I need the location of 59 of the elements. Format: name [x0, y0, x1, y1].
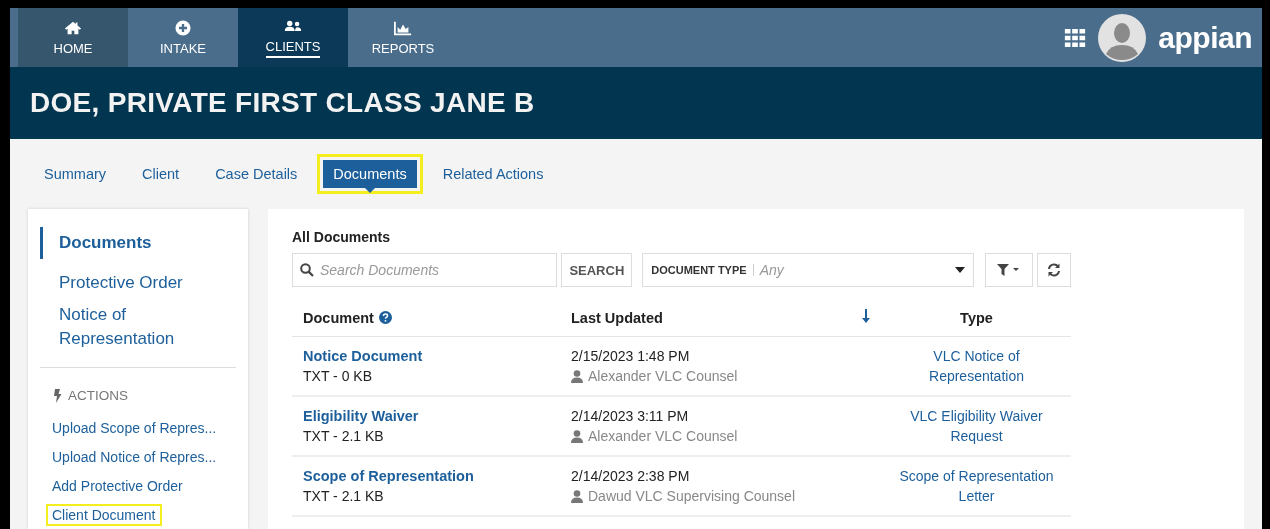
document-type-dropdown[interactable]: DOCUMENT TYPE Any: [642, 253, 974, 287]
search-icon: [300, 263, 314, 277]
action-link[interactable]: Add Protective Order: [46, 474, 189, 497]
page-title: DOE, PRIVATE FIRST CLASS JANE B: [30, 87, 535, 119]
user-name: Alexander VLC Counsel: [588, 367, 738, 386]
avatar-icon[interactable]: [1098, 13, 1147, 62]
area-chart-icon: [394, 19, 412, 36]
help-icon[interactable]: [378, 311, 392, 324]
refresh-button[interactable]: [1037, 253, 1071, 287]
logo-text: appian: [1158, 20, 1252, 55]
refresh-icon: [1047, 263, 1061, 277]
tab[interactable]: Summary: [34, 160, 117, 188]
action-link[interactable]: Upload Notice of Repres...: [46, 445, 223, 468]
user-name: Alexander VLC Counsel: [588, 427, 738, 446]
tab[interactable]: Documents: [323, 160, 417, 188]
column-header[interactable]: Type: [882, 299, 1071, 337]
bolt-icon: [54, 388, 62, 403]
sidebar-item[interactable]: Protective Order: [40, 267, 236, 299]
section-title: All Documents: [292, 229, 391, 245]
funnel-icon: [997, 264, 1021, 276]
sidebar-item[interactable]: Notice of Representation: [40, 299, 236, 355]
nav-tab[interactable]: CLIENTS: [238, 8, 348, 67]
user-name: Dawud VLC Supervising Counsel: [588, 487, 795, 506]
app-grid-icon[interactable]: [1064, 28, 1087, 47]
sidebar-item[interactable]: Documents: [40, 227, 236, 259]
document-link[interactable]: Eligibility Waiver: [303, 408, 419, 424]
actions-heading: ACTIONS: [68, 388, 128, 403]
document-type-link[interactable]: VLC Eligibility Waiver Request: [896, 406, 1057, 446]
updated-date: 2/15/2023 1:48 PM: [571, 347, 691, 366]
home-icon: [64, 19, 82, 36]
updated-date: 2/14/2023 2:38 PM: [571, 467, 691, 486]
plus-icon: [174, 19, 192, 36]
updated-date: 2/14/2023 3:11 PM: [571, 407, 690, 426]
user-icon: [571, 489, 583, 503]
column-header[interactable]: Last Updated: [560, 299, 862, 337]
user-icon: [571, 369, 583, 383]
document-type-link[interactable]: VLC Notice of Representation: [896, 346, 1057, 386]
column-header: Document: [303, 309, 374, 326]
tab-pointer-icon: [365, 188, 375, 193]
user-icon: [571, 429, 583, 443]
filter-button[interactable]: [985, 253, 1033, 287]
nav-tab[interactable]: REPORTS: [348, 8, 458, 67]
document-link[interactable]: Scope of Representation: [303, 468, 474, 484]
caret-icon: [955, 267, 965, 273]
tab[interactable]: Client: [132, 160, 190, 188]
document-link[interactable]: Notice Document: [303, 348, 423, 364]
nav-tab[interactable]: HOME: [18, 8, 128, 67]
file-size: TXT - 2.1 KB: [303, 487, 385, 506]
search-field[interactable]: Search Documents: [292, 253, 558, 287]
action-link[interactable]: Upload Scope of Repres...: [46, 416, 223, 439]
document-type-link[interactable]: Scope of Representation Letter: [896, 466, 1057, 506]
tab[interactable]: Related Actions: [432, 160, 554, 188]
search-button[interactable]: SEARCH: [561, 253, 633, 287]
file-size: TXT - 2.1 KB: [303, 427, 385, 446]
tab[interactable]: Case Details: [205, 160, 308, 188]
sort-down-icon[interactable]: [862, 309, 870, 323]
file-size: TXT - 0 KB: [303, 367, 373, 386]
nav-tab[interactable]: INTAKE: [128, 8, 238, 67]
action-link[interactable]: Client Document: [46, 503, 162, 526]
